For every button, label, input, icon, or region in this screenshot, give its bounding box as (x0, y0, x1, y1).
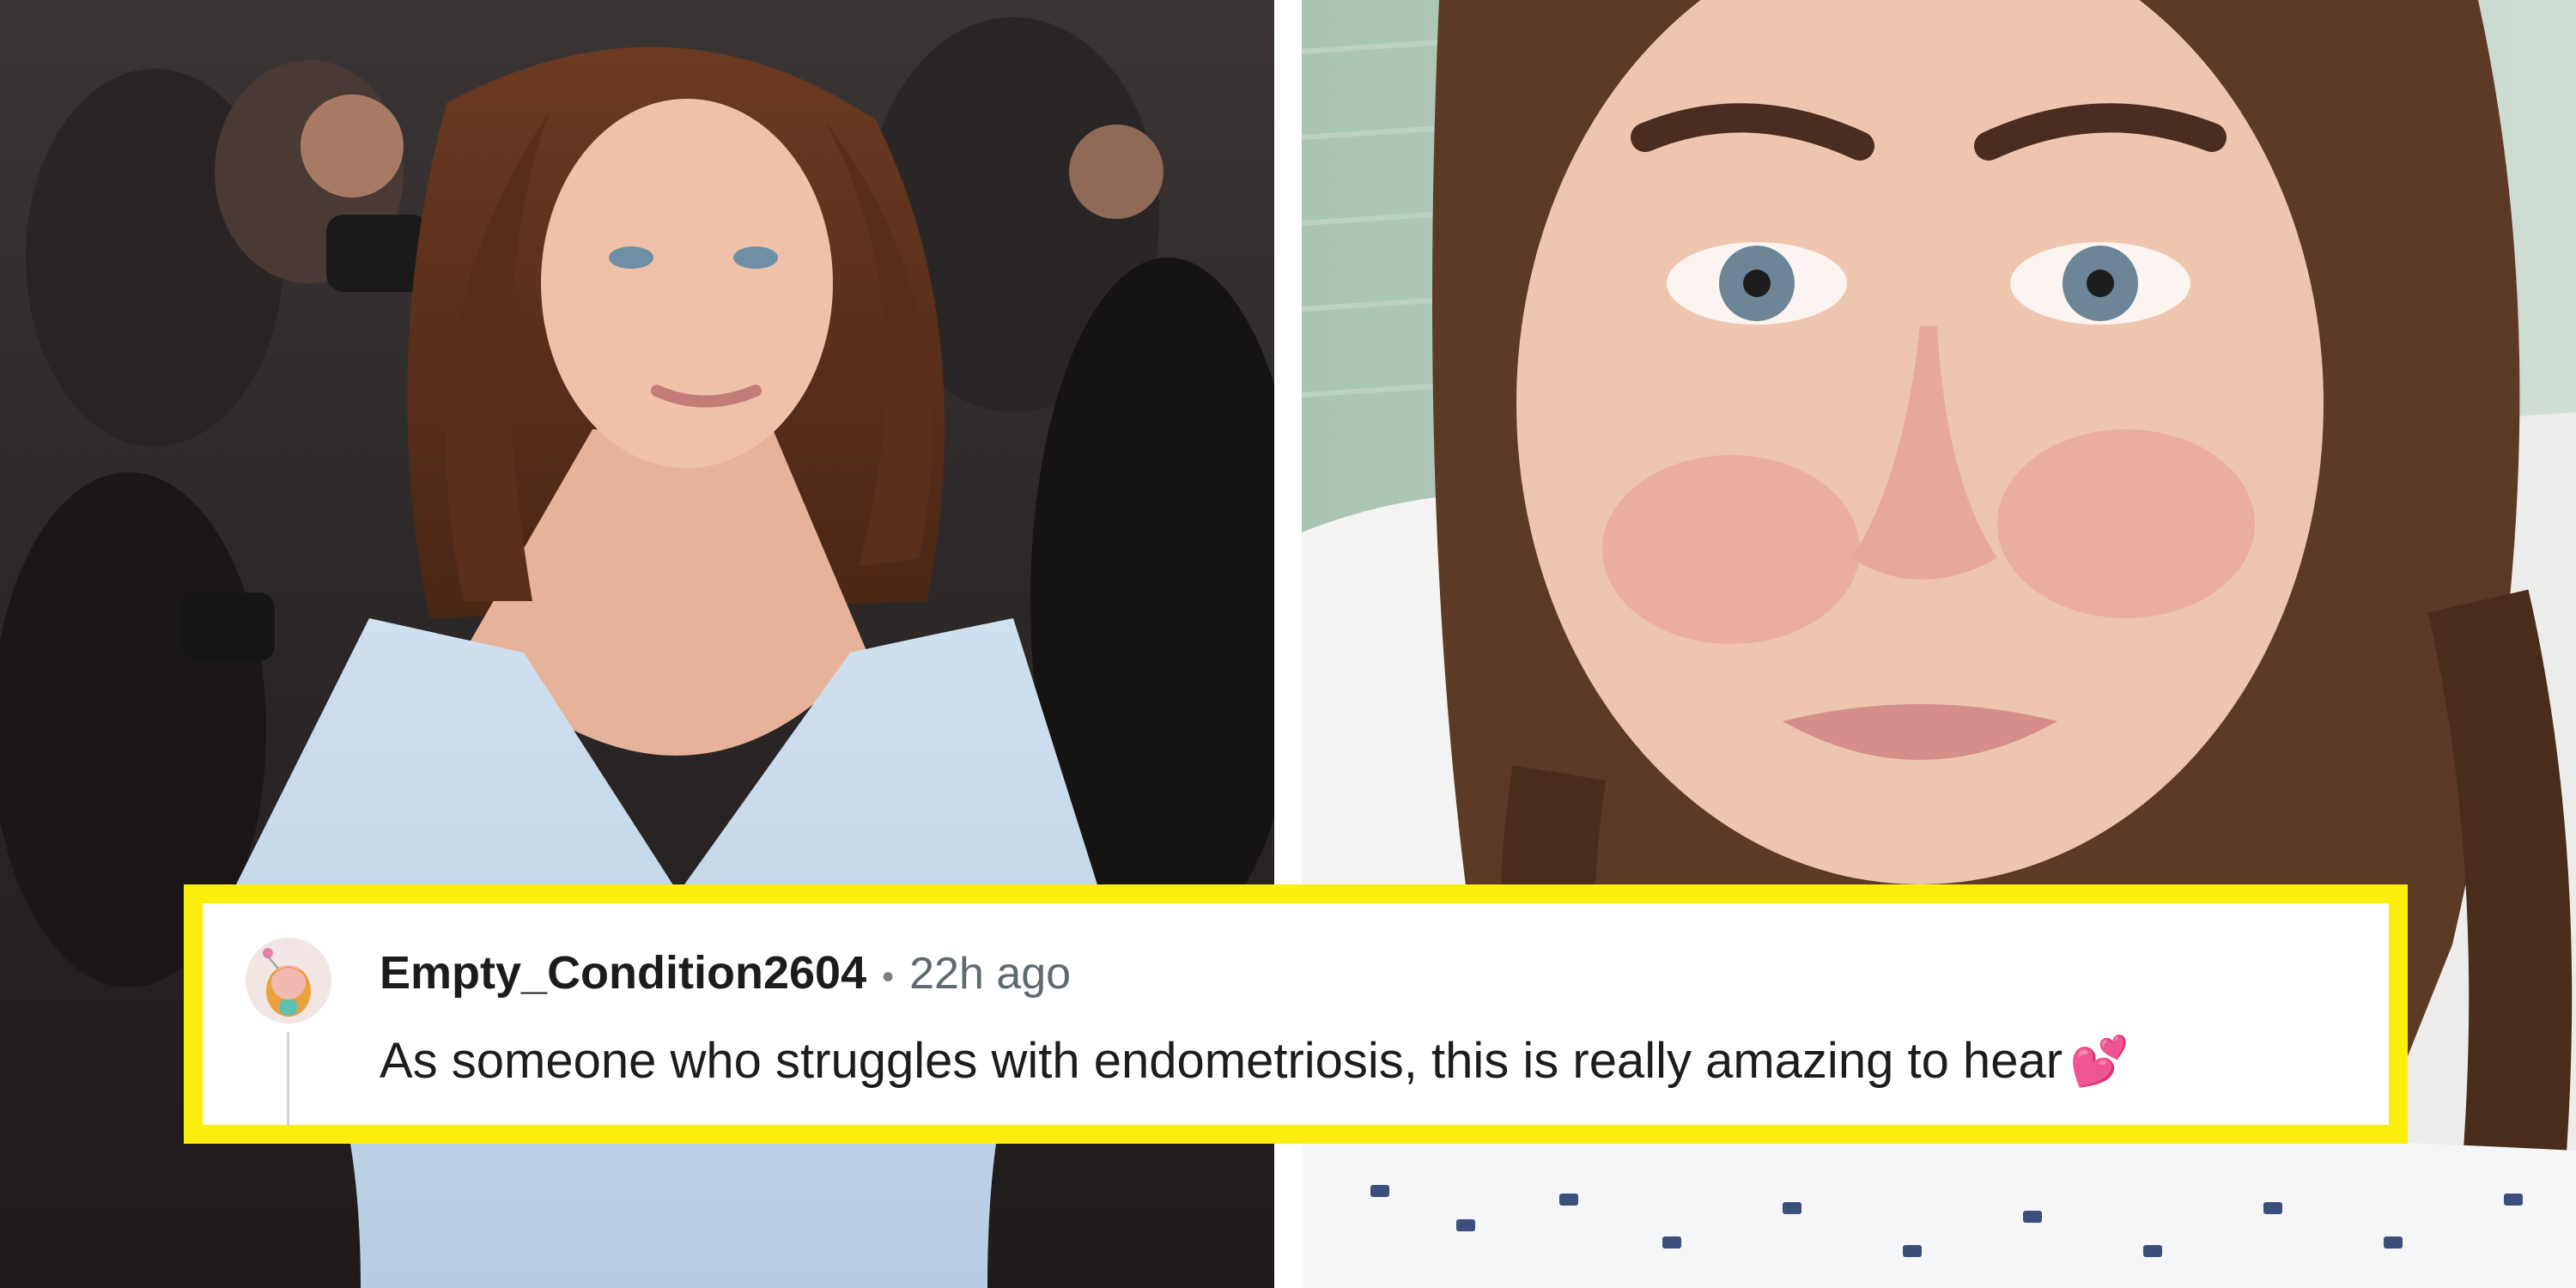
thread-line (287, 1032, 289, 1127)
comment-text: As someone who struggles with endometrio… (380, 1033, 2063, 1089)
two-hearts-emoji: 💕 (2069, 1034, 2129, 1088)
meta-separator: • (882, 958, 895, 996)
username-link[interactable]: Empty_Condition2604 (380, 946, 866, 999)
reddit-avatar-icon[interactable] (246, 938, 331, 1024)
comment-meta: Empty_Condition2604 • 22h ago (380, 946, 1071, 999)
reddit-comment-card: Empty_Condition2604 • 22h ago As someone… (184, 884, 2408, 1144)
comment-timestamp[interactable]: 22h ago (909, 948, 1071, 999)
comment-body: As someone who struggles with endometrio… (380, 1032, 2129, 1090)
